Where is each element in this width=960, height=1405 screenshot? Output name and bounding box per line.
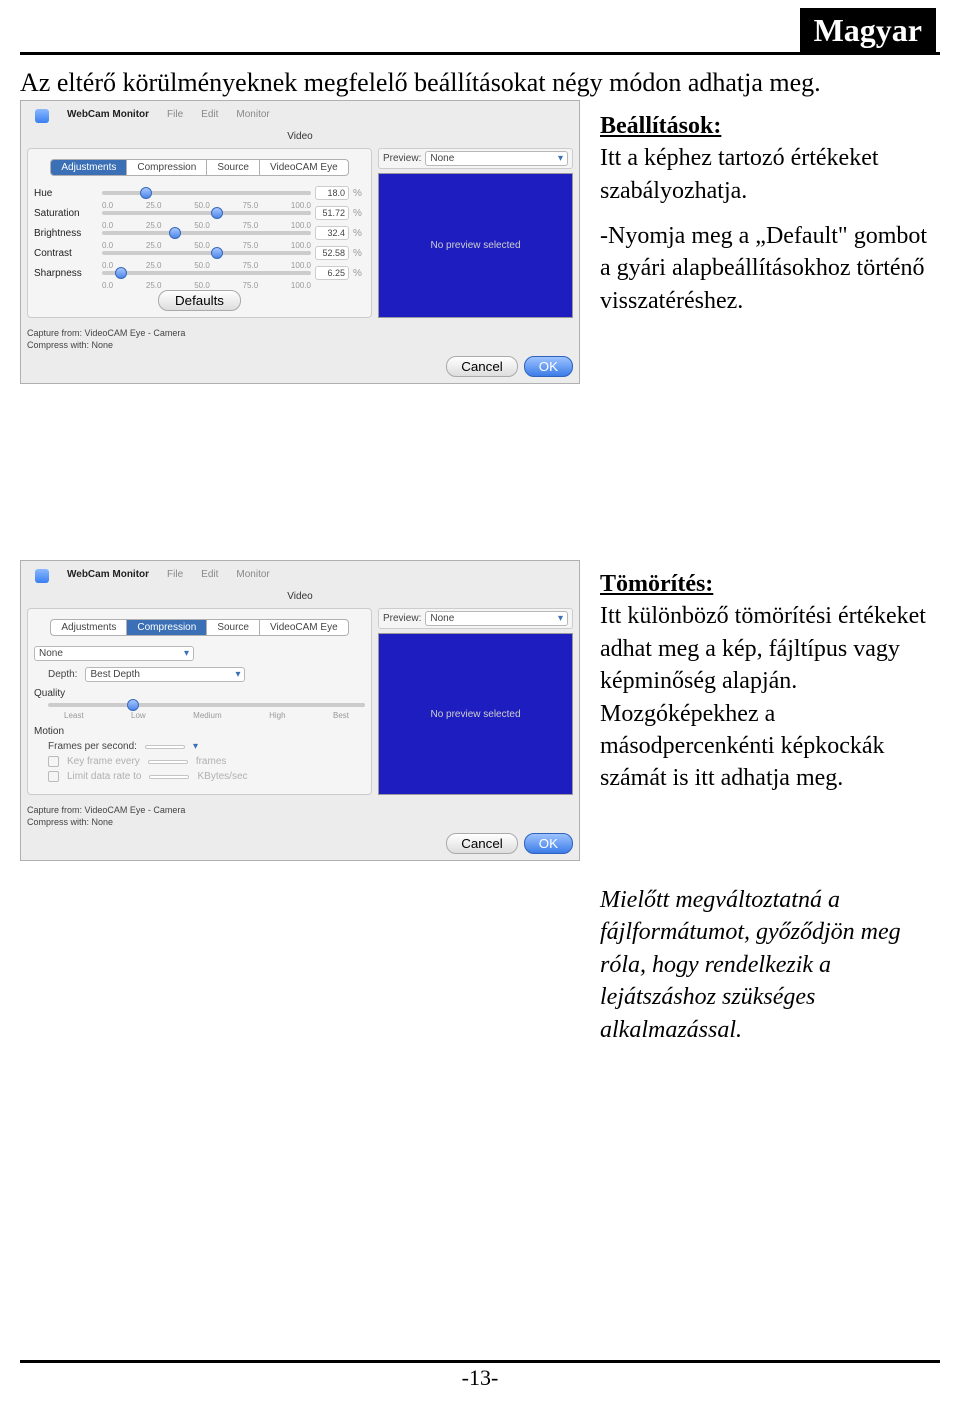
menubar: WebCam Monitor File Edit Monitor <box>27 567 573 585</box>
dialog-footer: Capture from: VideoCAM Eye - Camera Comp… <box>27 328 573 377</box>
desc-compression: Tömörítés: Itt különböző tömörítési érté… <box>600 568 940 795</box>
tab-compression[interactable]: Compression <box>127 619 207 636</box>
slider-label: Hue <box>34 188 98 199</box>
ok-button[interactable]: OK <box>524 356 573 377</box>
slider-track[interactable]: 0.0 25.0 50.0 75.0 100.0 <box>102 191 311 195</box>
tabstrip: Adjustments Compression Source VideoCAM … <box>34 159 365 176</box>
percent-label: % <box>353 188 365 199</box>
ok-button[interactable]: OK <box>524 833 573 854</box>
slider-hue: Hue 0.0 25.0 50.0 75.0 100.0 18.0 % <box>34 186 365 200</box>
desc-settings: Beállítások: Itt a képhez tartozó értéke… <box>600 110 930 207</box>
chevron-down-icon: ▾ <box>558 153 563 164</box>
desc-default-note: -Nyomja meg a „Default" gombot a gyári a… <box>600 220 930 317</box>
motion-group: Motion Frames per second: ▾ Key frame ev… <box>34 726 365 782</box>
tabstrip: Adjustments Compression Source VideoCAM … <box>34 619 365 636</box>
slider-thumb[interactable] <box>140 187 152 199</box>
preview-label: Preview: <box>383 153 421 164</box>
preview-area: No preview selected <box>378 633 573 795</box>
compression-panel: Adjustments Compression Source VideoCAM … <box>27 608 372 795</box>
footer-rule <box>20 1360 940 1363</box>
depth-row: Depth: Best Depth ▾ <box>34 667 365 682</box>
language-badge: Magyar <box>800 8 936 55</box>
chevron-down-icon: ▾ <box>235 669 240 680</box>
depth-label: Depth: <box>48 669 77 680</box>
chevron-down-icon: ▾ <box>184 648 189 659</box>
quality-group: Quality Least Low Medium High Best <box>34 688 365 720</box>
limit-label: Limit data rate to <box>67 771 141 782</box>
app-icon <box>35 569 49 583</box>
slider-thumb[interactable] <box>211 207 223 219</box>
fps-input[interactable] <box>145 745 185 749</box>
preview-select[interactable]: None ▾ <box>425 151 568 166</box>
quality-thumb[interactable] <box>127 699 139 711</box>
cancel-button[interactable]: Cancel <box>446 833 518 854</box>
tab-videocam[interactable]: VideoCAM Eye <box>260 619 349 636</box>
chevron-down-icon[interactable]: ▾ <box>193 741 198 752</box>
slider-value[interactable]: 18.0 <box>315 186 349 200</box>
codec-select[interactable]: None ▾ <box>34 646 194 661</box>
desc-warning: Mielőtt megváltoztatná a fájlformátumot,… <box>600 884 940 1046</box>
menu-edit[interactable]: Edit <box>201 109 218 123</box>
menu-edit[interactable]: Edit <box>201 569 218 583</box>
tab-compression[interactable]: Compression <box>127 159 207 176</box>
menu-monitor[interactable]: Monitor <box>236 109 269 123</box>
page-number: -13- <box>0 1365 960 1391</box>
app-name: WebCam Monitor <box>67 109 149 123</box>
tab-source[interactable]: Source <box>207 159 260 176</box>
dialog-footer: Capture from: VideoCAM Eye - Camera Comp… <box>27 805 573 854</box>
tab-adjustments[interactable]: Adjustments <box>50 159 127 176</box>
slider-thumb[interactable] <box>211 247 223 259</box>
chevron-down-icon: ▾ <box>558 613 563 624</box>
tab-adjustments[interactable]: Adjustments <box>50 619 127 636</box>
menu-file[interactable]: File <box>167 109 183 123</box>
menu-monitor[interactable]: Monitor <box>236 569 269 583</box>
preview-label: Preview: <box>383 613 421 624</box>
preview-select[interactable]: None ▾ <box>425 611 568 626</box>
keyframe-label: Key frame every <box>67 756 140 767</box>
header-rule <box>20 52 940 55</box>
screenshot-compression: WebCam Monitor File Edit Monitor Video A… <box>20 560 580 861</box>
screenshot-adjustments: WebCam Monitor File Edit Monitor Video A… <box>20 100 580 384</box>
slider-thumb[interactable] <box>115 267 127 279</box>
cancel-button[interactable]: Cancel <box>446 356 518 377</box>
window-title: Video <box>27 125 573 148</box>
checkbox-icon[interactable] <box>48 756 59 767</box>
tab-videocam[interactable]: VideoCAM Eye <box>260 159 349 176</box>
tab-source[interactable]: Source <box>207 619 260 636</box>
checkbox-icon[interactable] <box>48 771 59 782</box>
keyframe-input[interactable] <box>148 760 188 764</box>
menubar: WebCam Monitor File Edit Monitor <box>27 107 573 125</box>
preview-bar: Preview: None ▾ <box>378 608 573 629</box>
intro-text: Az eltérő körülményeknek megfelelő beáll… <box>20 68 821 98</box>
preview-bar: Preview: None ▾ <box>378 148 573 169</box>
window-title: Video <box>27 585 573 608</box>
menu-file[interactable]: File <box>167 569 183 583</box>
app-icon <box>35 109 49 123</box>
defaults-button[interactable]: Defaults <box>158 290 241 311</box>
slider-thumb[interactable] <box>169 227 181 239</box>
fps-label: Frames per second: <box>48 741 137 752</box>
adjustments-panel: Adjustments Compression Source VideoCAM … <box>27 148 372 318</box>
limit-input[interactable] <box>149 775 189 779</box>
preview-area: No preview selected <box>378 173 573 318</box>
depth-select[interactable]: Best Depth ▾ <box>85 667 245 682</box>
